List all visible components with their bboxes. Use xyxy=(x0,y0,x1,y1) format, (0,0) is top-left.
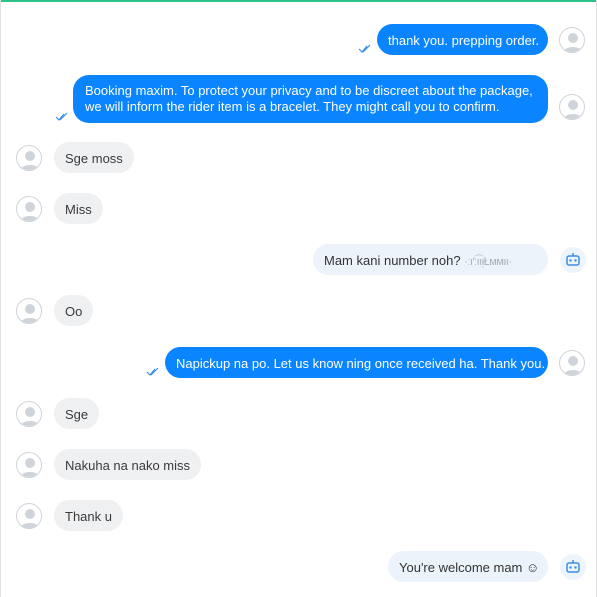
bot-icon[interactable] xyxy=(560,554,586,580)
message-bubble[interactable]: Sge moss xyxy=(54,142,134,173)
user-avatar-icon[interactable] xyxy=(16,196,42,222)
bot-icon[interactable] xyxy=(560,247,586,273)
user-avatar-icon[interactable] xyxy=(559,350,585,376)
sent-check-icon xyxy=(358,44,371,53)
user-avatar-icon[interactable] xyxy=(16,298,42,324)
message-bubble[interactable]: Booking maxim. To protect your privacy a… xyxy=(73,75,548,123)
message-bubble[interactable]: Mam kani number noh? ·ːı′ːı͡ıᴉŁᴍᴍıı· xyxy=(313,244,548,275)
message-bubble[interactable]: Sge xyxy=(54,398,100,429)
message-bubble[interactable]: Miss xyxy=(54,193,103,224)
sent-check-icon xyxy=(146,367,159,376)
user-avatar-icon[interactable] xyxy=(16,401,42,427)
message-bubble[interactable]: You're welcome mam ☺ xyxy=(388,551,548,582)
message-bubble[interactable]: Napickup na po. Let us know ning once re… xyxy=(165,347,548,378)
sent-check-icon xyxy=(55,112,68,121)
chat-conversation: thank you. prepping order. Booking maxim… xyxy=(0,0,597,597)
user-avatar-icon[interactable] xyxy=(16,145,42,171)
user-avatar-icon[interactable] xyxy=(559,27,585,53)
user-avatar-icon[interactable] xyxy=(16,452,42,478)
redacted-number: ·ːı′ːı͡ıᴉŁᴍᴍıı· xyxy=(464,256,512,268)
message-bubble[interactable]: Nakuha na nako miss xyxy=(54,449,202,480)
message-bubble[interactable]: thank you. prepping order. xyxy=(377,24,548,55)
message-bubble[interactable]: Thank u xyxy=(54,500,123,531)
message-bubble[interactable]: Oo xyxy=(54,295,94,326)
user-avatar-icon[interactable] xyxy=(559,94,585,120)
user-avatar-icon[interactable] xyxy=(16,503,42,529)
message-text: Mam kani number noh? xyxy=(324,253,465,268)
